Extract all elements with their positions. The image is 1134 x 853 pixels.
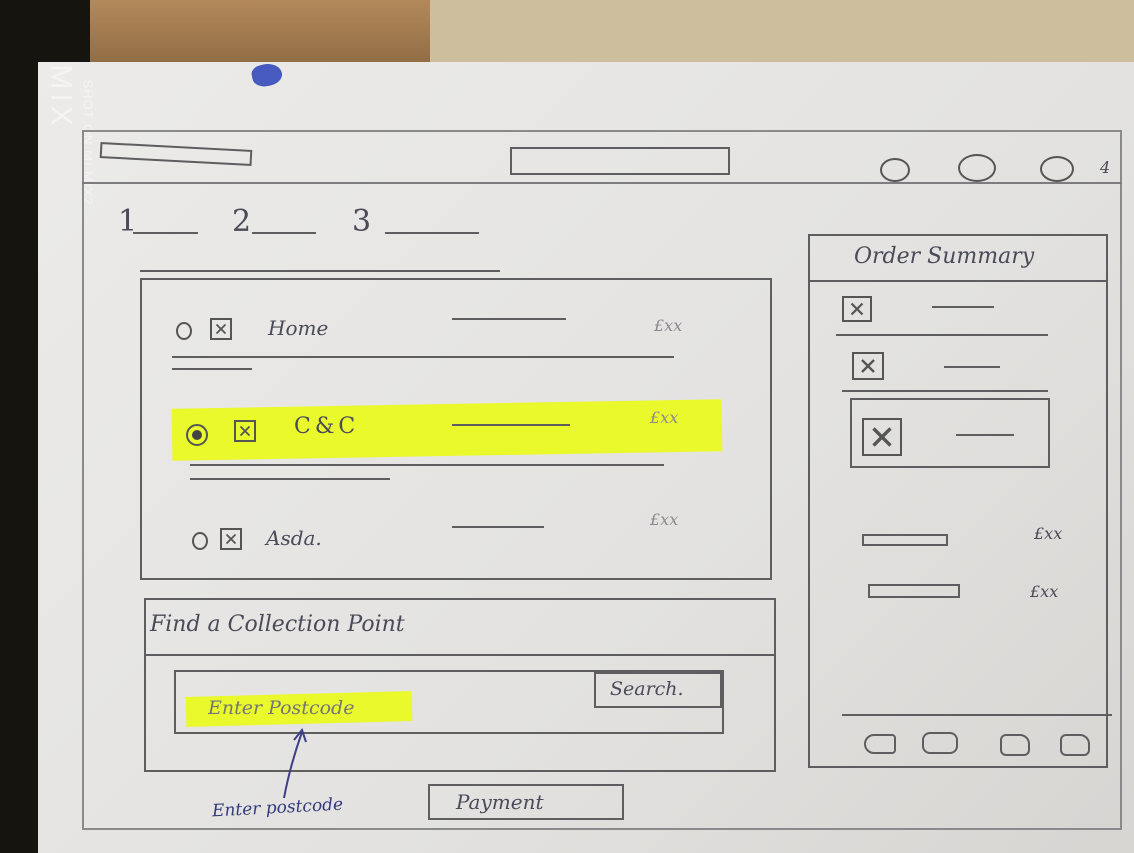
search-button-label: Search. — [610, 678, 684, 700]
product-thumbnail-icon — [842, 296, 872, 322]
radio-unselected-icon[interactable] — [176, 322, 192, 340]
option-description-line — [452, 318, 566, 320]
item-name-line — [944, 366, 1000, 368]
option-label: Home — [268, 316, 329, 340]
step-number: 2 — [232, 204, 252, 239]
collection-point-title: Find a Collection Point — [150, 612, 405, 637]
footer-icon[interactable] — [922, 732, 958, 754]
wooden-lid — [430, 0, 1134, 66]
panel-top-rule — [140, 270, 500, 272]
search-button[interactable]: Search. — [594, 672, 722, 708]
postcode-input[interactable] — [208, 694, 438, 722]
product-thumbnail-icon — [852, 352, 884, 380]
search-bar[interactable] — [510, 147, 730, 175]
image-placeholder-icon — [234, 420, 256, 442]
step-number: 3 — [352, 204, 372, 239]
option-price: £xx — [654, 316, 683, 335]
product-thumbnail-icon — [862, 418, 902, 456]
image-placeholder-icon — [210, 318, 232, 340]
basket-icon[interactable] — [1040, 156, 1074, 182]
summary-title-divider — [808, 280, 1108, 282]
option-price: £xx — [650, 408, 679, 427]
account-icon[interactable] — [880, 158, 910, 182]
option-divider — [190, 464, 664, 466]
total-label-box — [868, 584, 960, 598]
image-placeholder-icon — [220, 528, 242, 550]
header-divider — [82, 182, 1122, 184]
footer-divider — [842, 714, 1112, 716]
radio-unselected-icon[interactable] — [192, 532, 208, 550]
payment-button-label: Payment — [456, 790, 544, 814]
option-description-line — [452, 424, 570, 426]
wishlist-icon[interactable] — [958, 154, 996, 182]
watermark-brand: MIX — [44, 64, 78, 130]
subtotal-price: £xx — [1034, 524, 1063, 543]
collection-title-divider — [144, 654, 776, 656]
option-divider — [190, 478, 390, 480]
item-name-line — [956, 434, 1014, 436]
radio-selected-icon[interactable] — [186, 424, 208, 446]
item-name-line — [932, 306, 994, 308]
footer-icon[interactable] — [1060, 734, 1090, 756]
payment-button[interactable]: Payment — [428, 784, 624, 820]
step-line — [385, 232, 479, 234]
option-price: £xx — [650, 510, 679, 529]
option-divider — [172, 368, 252, 370]
total-price: £xx — [1030, 582, 1059, 601]
basket-count: 4 — [1100, 158, 1111, 177]
option-label: Asda. — [266, 526, 322, 550]
order-summary-title: Order Summary — [854, 244, 1035, 269]
annotation-arrow — [280, 726, 310, 800]
footer-icon[interactable] — [864, 734, 896, 754]
step-line — [133, 232, 198, 234]
option-description-line — [452, 526, 544, 528]
subtotal-label-box — [862, 534, 948, 546]
footer-icon[interactable] — [1000, 734, 1030, 756]
option-divider — [172, 356, 674, 358]
step-line — [252, 232, 316, 234]
option-label: C&C — [294, 414, 360, 439]
